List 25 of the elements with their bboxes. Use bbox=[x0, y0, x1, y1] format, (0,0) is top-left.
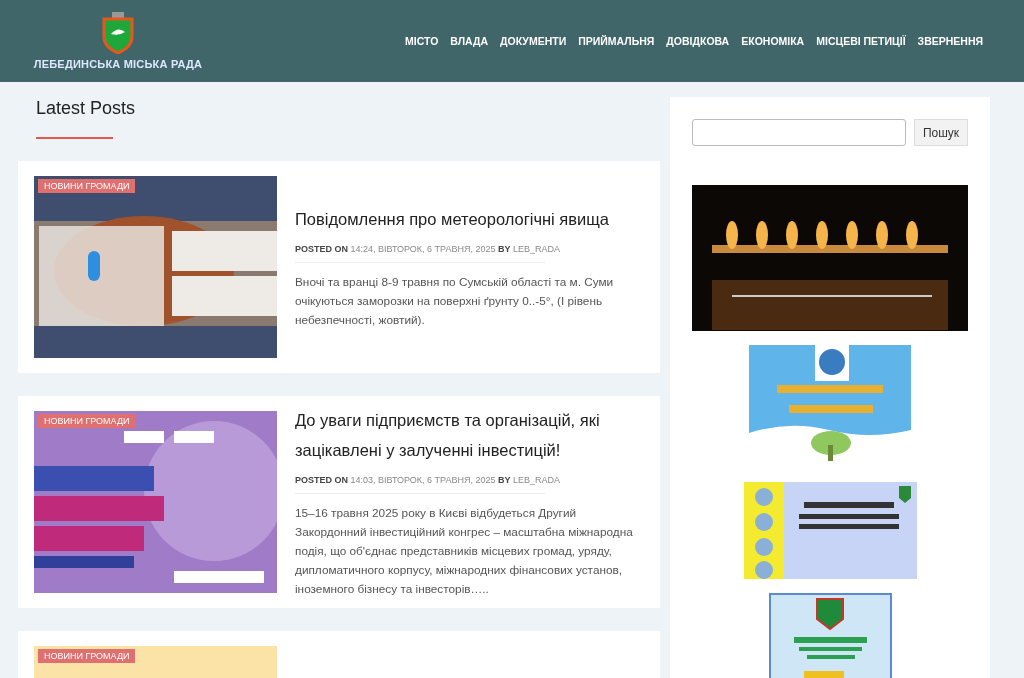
coat-of-arms-icon[interactable] bbox=[101, 12, 135, 54]
search-button[interactable]: Пошук bbox=[913, 119, 969, 146]
post-excerpt: 15–16 травня 2025 року в Києві відбудеться Другий Закордонний інвестиційний конгрес – масштабна міжнародна подія, що об'єднає представників місцевих громад, уряду, дипломатичного корпусу, міжнародних фінансових установ, іноземного бізнесу та інвесторів….. bbox=[295, 505, 634, 598]
post-excerpt: Вночі та вранці 8-9 травня по Сумській області та м. Суми очікуються заморозки на поверхні ґрунту 0..-5°, (І рівень небезпечності, жовтий). bbox=[295, 274, 615, 329]
post-author[interactable]: LEB_RADA bbox=[513, 475, 561, 485]
nav-link[interactable]: ЕКОНОМІКА bbox=[741, 35, 805, 47]
post-date[interactable]: 14:24, ВІВТОРОК, 6 ТРАВНЯ, 2025 bbox=[350, 244, 496, 254]
nav-link[interactable]: ВЛАДА bbox=[450, 35, 489, 47]
nav-link[interactable]: ДОКУМЕНТИ bbox=[500, 35, 567, 47]
by-label: BY bbox=[498, 475, 511, 485]
post-title[interactable]: До уваги підприємств та організацій, які зацікавлені у залученні інвестицій! bbox=[295, 405, 644, 465]
post-title[interactable]: Повідомлення про метеорологічні явища bbox=[295, 204, 644, 234]
nav-link[interactable]: МІСТО bbox=[405, 35, 439, 47]
nav-link[interactable]: ПРИЙМАЛЬНЯ bbox=[578, 35, 655, 47]
nav-link[interactable]: ЗВЕРНЕННЯ bbox=[917, 35, 984, 47]
posted-label: POSTED ON bbox=[295, 475, 348, 485]
by-label: BY bbox=[498, 244, 511, 254]
nav-link[interactable]: ДОВІДКОВА bbox=[666, 35, 730, 47]
post-author[interactable]: LEB_RADA bbox=[513, 244, 561, 254]
search-field[interactable] bbox=[691, 119, 906, 146]
section-heading: Latest Posts bbox=[35, 97, 137, 119]
site-name[interactable]: ЛЕБЕДИНСЬКА МІСЬКА РАДА bbox=[33, 58, 203, 70]
posted-label: POSTED ON bbox=[295, 244, 348, 254]
nav-link[interactable]: МІСЦЕВІ ПЕТИЦІЇ bbox=[816, 35, 906, 47]
post-date[interactable]: 14:03, ВІВТОРОК, 6 ТРАВНЯ, 2025 bbox=[350, 475, 496, 485]
